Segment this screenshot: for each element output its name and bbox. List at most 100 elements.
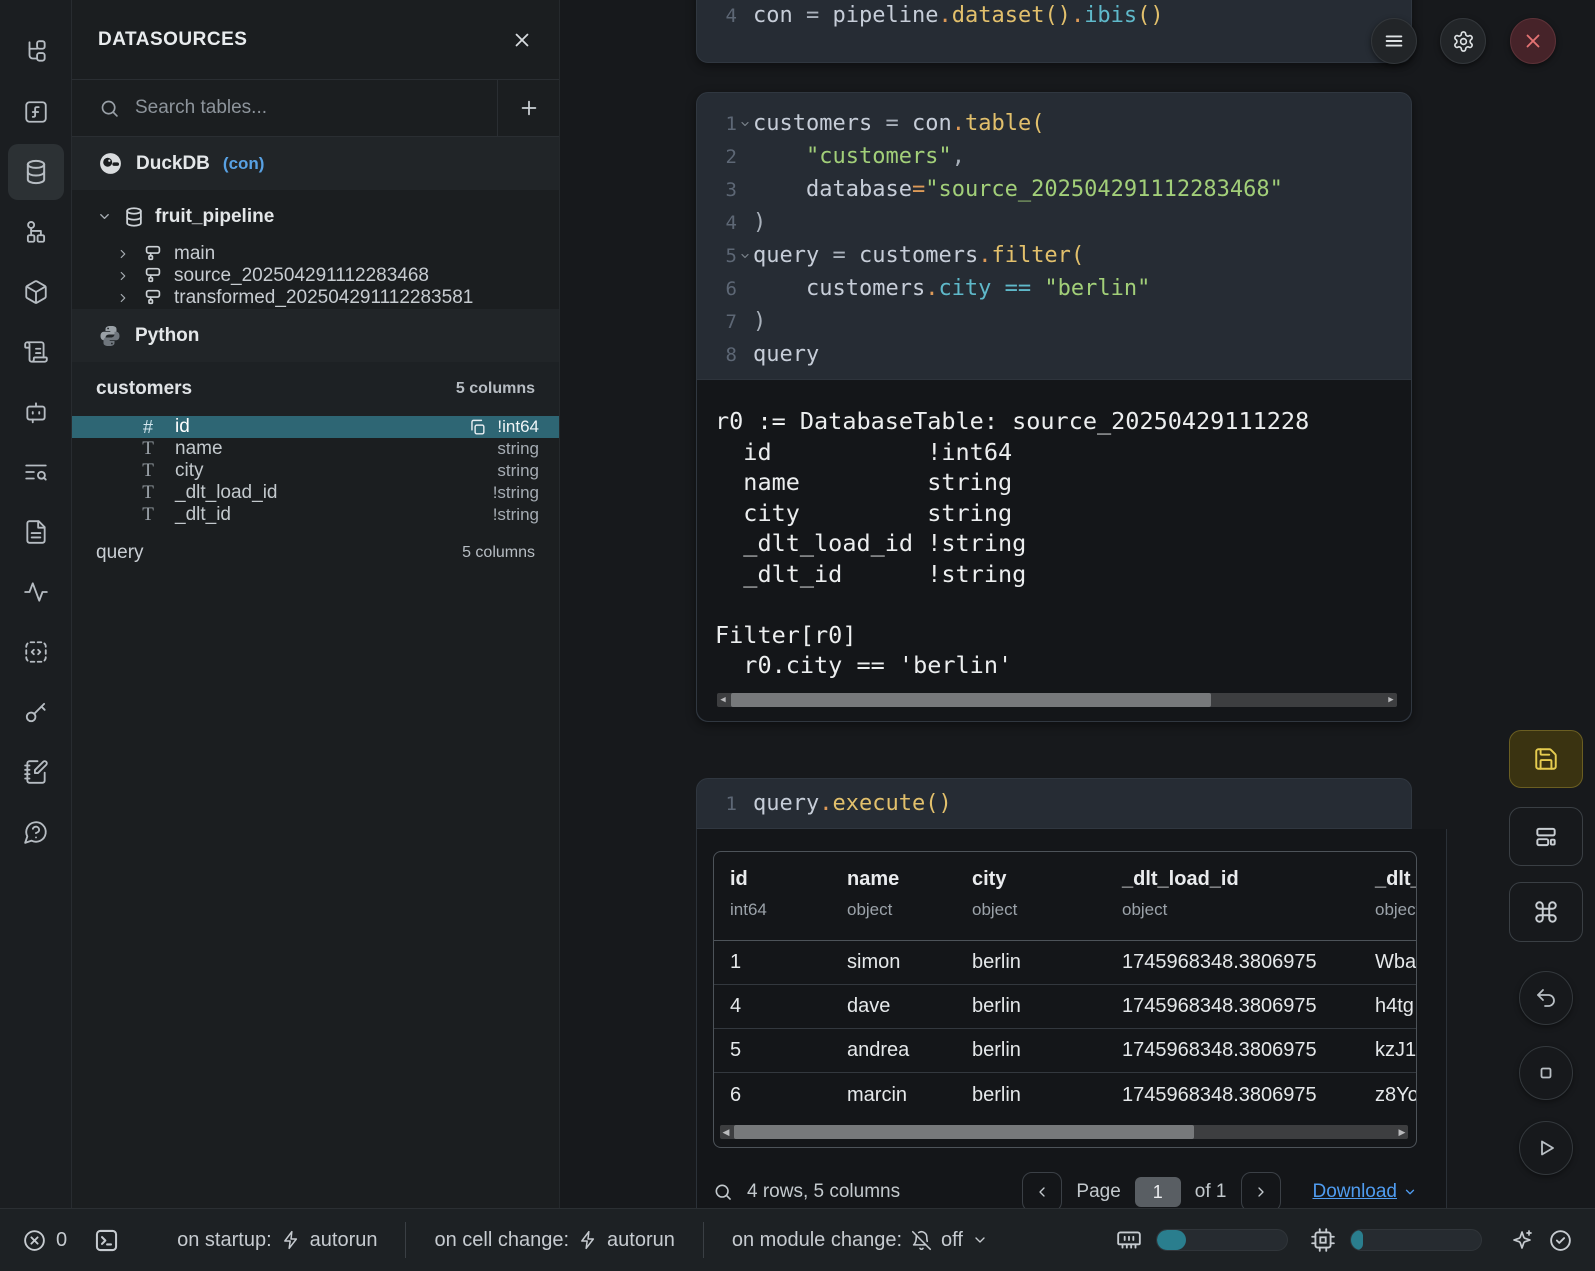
chevron-down-icon[interactable] <box>95 209 113 224</box>
scroll-right-arrow[interactable]: ▶ <box>1385 695 1397 705</box>
code-cell-2[interactable]: 1customers = con.table(2 "customers",3 d… <box>696 92 1412 722</box>
code-line[interactable]: 5query = customers.filter( <box>697 239 1411 272</box>
workflow-icon[interactable] <box>8 202 64 262</box>
table-cell: 5 <box>714 1039 831 1062</box>
code-block-icon[interactable] <box>8 622 64 682</box>
package-icon[interactable] <box>8 262 64 322</box>
code-editor[interactable]: 1query.execute() <box>696 778 1412 829</box>
notebook-menu-button[interactable] <box>1371 18 1417 64</box>
column-list: # id !int64 T name string T city string <box>72 416 559 526</box>
horizontal-scrollbar[interactable]: ◀ ▶ <box>720 1125 1408 1139</box>
code-text: query <box>753 342 819 367</box>
close-icon[interactable] <box>511 29 533 51</box>
table-row[interactable]: 4daveberlin1745968348.3806975h4tg <box>714 985 1416 1029</box>
table-column-header[interactable]: nameobject <box>831 868 956 920</box>
file-text-icon[interactable] <box>8 502 64 562</box>
error-indicator[interactable]: 0 <box>22 1228 67 1253</box>
previous-page-button[interactable] <box>1022 1172 1062 1208</box>
line-number: 5 <box>697 245 737 267</box>
table-cell: z8Yo <box>1359 1084 1416 1107</box>
scroll-left-arrow[interactable]: ◀ <box>720 1127 732 1138</box>
database-icon[interactable] <box>8 144 64 200</box>
run-button[interactable] <box>1519 1121 1573 1175</box>
scrollbar-thumb[interactable] <box>731 693 1211 707</box>
help-circle-icon[interactable] <box>8 802 64 862</box>
stop-button[interactable] <box>1519 1046 1573 1100</box>
terminal-button[interactable] <box>93 1227 120 1254</box>
tree-item-schema[interactable]: source_202504291112283468 <box>72 265 559 287</box>
table-column-header[interactable]: cityobject <box>956 868 1106 920</box>
column-row[interactable]: T name string <box>72 438 559 460</box>
code-line[interactable]: 2 "customers", <box>697 140 1411 173</box>
code-line[interactable]: 7) <box>697 305 1411 338</box>
column-row[interactable]: T _dlt_load_id !string <box>72 482 559 504</box>
on-cell-change-setting[interactable]: on cell change: autorun <box>434 1229 674 1252</box>
table-row[interactable]: 1simonberlin1745968348.3806975Wba <box>714 941 1416 985</box>
chevron-right-icon[interactable] <box>114 269 132 283</box>
settings-button[interactable] <box>1440 18 1486 64</box>
table-column-header[interactable]: idint64 <box>714 868 831 920</box>
save-button[interactable] <box>1509 730 1583 788</box>
code-text: "customers", <box>753 144 965 169</box>
code-cell-1[interactable]: pipeline = dlt.attach(pipeline_name="fru… <box>696 0 1412 63</box>
add-datasource-button[interactable] <box>497 80 559 136</box>
code-editor[interactable]: 4con = pipeline.dataset().ibis() <box>697 0 1411 32</box>
table-row[interactable]: 6marcinberlin1745968348.3806975z8Yo <box>714 1073 1416 1117</box>
activity-icon[interactable] <box>8 562 64 622</box>
file-tree-icon[interactable] <box>8 22 64 82</box>
on-module-change-setting[interactable]: on module change: off <box>732 1229 988 1252</box>
scroll-left-arrow[interactable]: ◀ <box>717 695 729 705</box>
code-line[interactable]: 3 database="source_202504291112283468" <box>697 173 1411 206</box>
scroll-right-arrow[interactable]: ▶ <box>1396 1127 1408 1138</box>
undo-button[interactable] <box>1519 971 1573 1025</box>
connection-status-icon[interactable] <box>1548 1228 1573 1253</box>
on-startup-setting[interactable]: on startup: autorun <box>177 1229 377 1252</box>
list-search-icon[interactable] <box>8 442 64 502</box>
table-column-header[interactable]: _dlt_idobject <box>1359 868 1416 920</box>
table-row[interactable]: 5andreaberlin1745968348.3806975kzJ1d <box>714 1029 1416 1073</box>
command-palette-button[interactable] <box>1509 882 1583 942</box>
fold-chevron-icon[interactable] <box>737 250 753 262</box>
tree-item-schema[interactable]: main <box>72 243 559 265</box>
tree-item-schema[interactable]: transformed_202504291112283581 <box>72 287 559 309</box>
code-line[interactable]: 6 customers.city == "berlin" <box>697 272 1411 305</box>
layout-toggle-button[interactable] <box>1509 807 1583 866</box>
section-python[interactable]: Python <box>72 309 559 362</box>
copy-icon[interactable] <box>468 418 487 437</box>
code-line[interactable]: 1customers = con.table( <box>697 107 1411 140</box>
table-header-customers[interactable]: customers 5 columns <box>72 362 559 416</box>
function-square-icon[interactable] <box>8 82 64 142</box>
page-number-input[interactable]: 1 <box>1135 1177 1181 1207</box>
code-line[interactable]: 1query.execute() <box>697 787 1411 820</box>
chevron-right-icon[interactable] <box>114 247 132 261</box>
code-cell-3[interactable]: 1query.execute() idint64nameobjectcityob… <box>696 778 1412 1208</box>
scroll-icon[interactable] <box>8 322 64 382</box>
search-icon[interactable] <box>713 1182 733 1202</box>
chevron-right-icon[interactable] <box>114 291 132 305</box>
next-page-button[interactable] <box>1241 1172 1281 1208</box>
column-row[interactable]: T _dlt_id !string <box>72 504 559 526</box>
code-line[interactable]: 4con = pipeline.dataset().ibis() <box>697 0 1411 32</box>
horizontal-scrollbar[interactable]: ◀ ▶ <box>717 693 1397 707</box>
notebook-pen-icon[interactable] <box>8 742 64 802</box>
key-icon[interactable] <box>8 682 64 742</box>
scrollbar-thumb[interactable] <box>734 1125 1194 1139</box>
shutdown-button[interactable] <box>1510 18 1556 64</box>
fold-chevron-icon[interactable] <box>737 118 753 130</box>
column-dtype: !string <box>493 505 539 525</box>
sparkles-icon[interactable] <box>1510 1228 1534 1252</box>
column-row[interactable]: T city string <box>72 460 559 482</box>
column-row[interactable]: # id !int64 <box>72 416 559 438</box>
code-line[interactable]: 4) <box>697 206 1411 239</box>
download-link[interactable]: Download <box>1313 1181 1418 1203</box>
connection-row-duckdb[interactable]: DuckDB (con) <box>72 137 559 190</box>
code-text: query.execute() <box>753 791 952 816</box>
schema-name: transformed_202504291112283581 <box>174 287 473 309</box>
code-editor[interactable]: 1customers = con.table(2 "customers",3 d… <box>697 107 1411 371</box>
search-input[interactable] <box>135 97 485 119</box>
table-header-query[interactable]: query 5 columns <box>72 526 559 580</box>
code-line[interactable]: 8query <box>697 338 1411 371</box>
bot-icon[interactable] <box>8 382 64 442</box>
tree-item-database[interactable]: fruit_pipeline <box>72 190 559 243</box>
table-column-header[interactable]: _dlt_load_idobject <box>1106 868 1359 920</box>
